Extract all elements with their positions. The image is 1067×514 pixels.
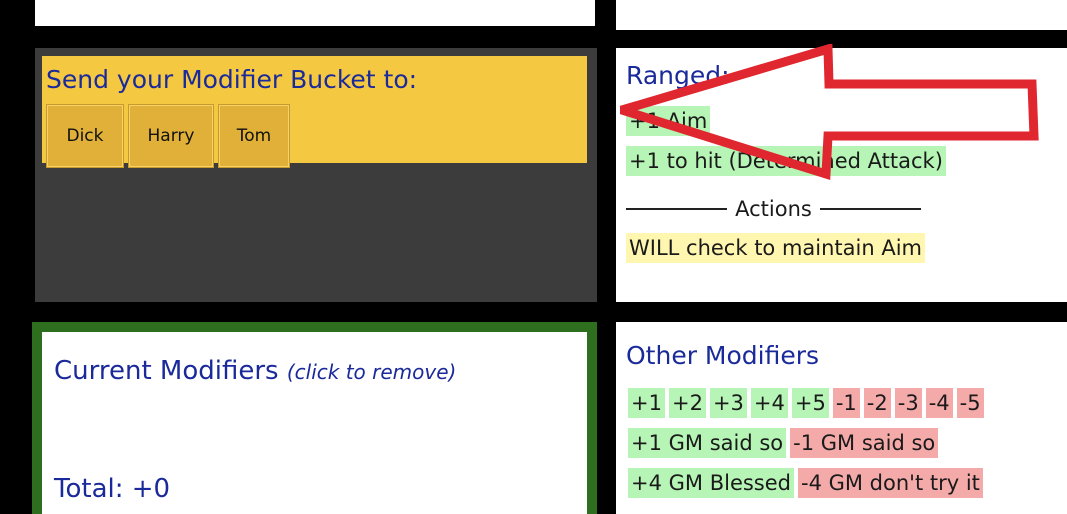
modifier-minus-2[interactable]: -2 <box>863 388 891 418</box>
divider-line-right <box>819 208 921 210</box>
divider-line-left <box>626 208 728 210</box>
gm-dont-try-it-minus[interactable]: -4 GM don't try it <box>798 468 983 498</box>
modifier-plus-4[interactable]: +4 <box>750 388 788 418</box>
modifier-minus-1[interactable]: -1 <box>832 388 860 418</box>
modifier-minus-5[interactable]: -5 <box>956 388 984 418</box>
quick-modifier-row: +1 +2 +3 +4 +5 -1 -2 -3 -4 -5 <box>628 388 984 418</box>
modifier-plus-3[interactable]: +3 <box>709 388 747 418</box>
recipient-buttons: Dick Harry Tom <box>46 104 290 168</box>
current-modifiers-title: Current Modifiers <box>54 356 279 386</box>
other-modifiers-panel: Other Modifiers +1 +2 +3 +4 +5 -1 -2 -3 … <box>616 322 1067 514</box>
current-modifiers-panel: Current Modifiers (click to remove) Tota… <box>32 322 597 514</box>
modifier-plus-1[interactable]: +1 <box>628 388 665 418</box>
ranged-modifier-determined-attack[interactable]: +1 to hit (Determined Attack) <box>626 146 946 176</box>
actions-label: Actions <box>735 197 812 221</box>
total-value: +0 <box>131 474 171 504</box>
send-bucket-title: Send your Modifier Bucket to: <box>46 65 418 94</box>
send-to-tom-button[interactable]: Tom <box>218 104 290 168</box>
gm-said-so-minus[interactable]: -1 GM said so <box>790 428 939 458</box>
actions-divider: Actions <box>626 194 921 224</box>
total-label: Total: <box>54 474 124 504</box>
send-bucket-box: Send your Modifier Bucket to: Dick Harry… <box>42 56 587 168</box>
modifier-minus-3[interactable]: -3 <box>894 388 922 418</box>
current-modifiers-hint: (click to remove) <box>286 360 457 384</box>
modifier-plus-5[interactable]: +5 <box>791 388 829 418</box>
current-modifiers-heading: Current Modifiers (click to remove) <box>54 354 456 389</box>
bucket-panel: Send your Modifier Bucket to: Dick Harry… <box>35 48 597 302</box>
modifier-minus-4[interactable]: -4 <box>925 388 953 418</box>
top-right-strip <box>616 0 1067 30</box>
total-row: Total: +0 <box>54 472 170 506</box>
send-to-harry-button[interactable]: Harry <box>128 104 214 168</box>
gm-said-so-row: +1 GM said so -1 GM said so <box>628 428 939 458</box>
ranged-title: Ranged: <box>626 61 730 90</box>
top-left-strip <box>35 0 595 26</box>
ranged-modifier-aim[interactable]: +1 Aim <box>626 106 711 136</box>
send-to-dick-button[interactable]: Dick <box>46 104 124 168</box>
action-will-check[interactable]: WILL check to maintain Aim <box>626 233 925 263</box>
modifier-plus-2[interactable]: +2 <box>668 388 706 418</box>
other-modifiers-title: Other Modifiers <box>626 341 820 370</box>
ranged-panel: Ranged: +1 Aim +1 to hit (Determined Att… <box>616 48 1067 302</box>
gm-said-so-plus[interactable]: +1 GM said so <box>628 428 787 458</box>
gm-blessed-plus[interactable]: +4 GM Blessed <box>628 468 794 498</box>
gm-blessed-row: +4 GM Blessed -4 GM don't try it <box>628 468 983 498</box>
